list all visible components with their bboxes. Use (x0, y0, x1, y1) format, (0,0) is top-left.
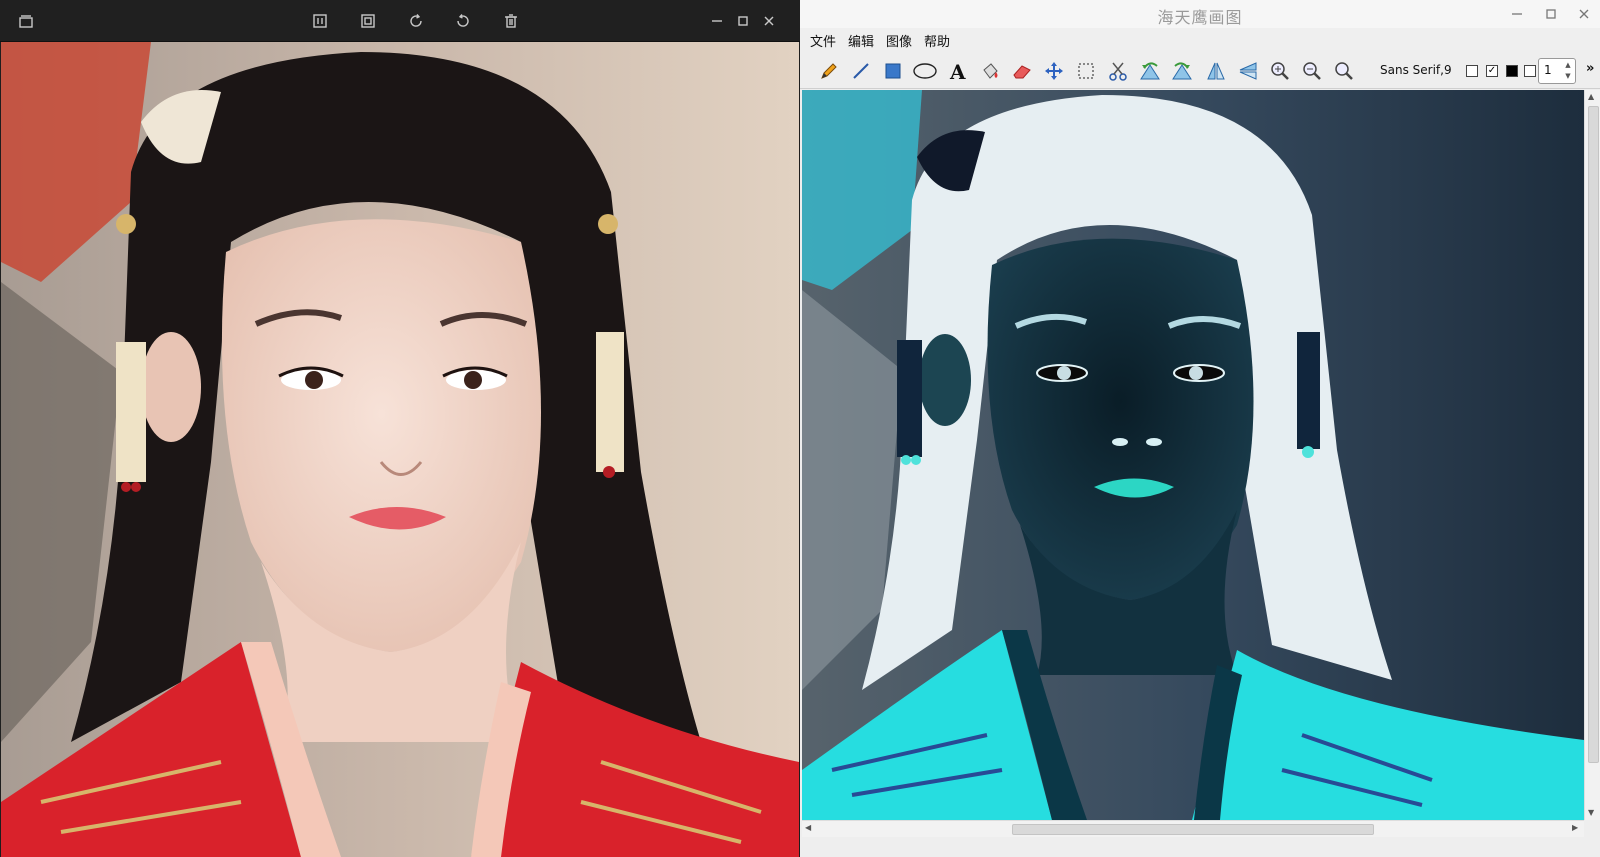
rotate-right-icon[interactable] (403, 8, 429, 34)
scroll-right-icon[interactable]: ▶ (1572, 823, 1578, 832)
spin-up-icon[interactable]: ▲ (1563, 60, 1573, 70)
viewer-titlebar (0, 0, 800, 42)
viewer-close-icon[interactable] (756, 8, 782, 34)
paint-minimize-icon[interactable] (1506, 3, 1528, 25)
zoom-reset-icon[interactable] (1331, 58, 1357, 84)
menu-help[interactable]: 帮助 (924, 31, 950, 50)
menu-image[interactable]: 图像 (886, 31, 912, 50)
scroll-down-icon[interactable]: ▼ (1588, 808, 1594, 817)
scroll-left-icon[interactable]: ◀ (805, 823, 811, 832)
rotate-left-icon[interactable] (450, 8, 476, 34)
paint-canvas[interactable] (802, 90, 1584, 820)
stroke-width-value[interactable]: 1 (1544, 63, 1552, 77)
zoom-in-icon[interactable] (1267, 58, 1293, 84)
zoom-out-icon[interactable] (1299, 58, 1325, 84)
rotate-left-icon[interactable] (1137, 58, 1163, 84)
eraser-icon[interactable] (1009, 58, 1035, 84)
horizontal-scrollbar[interactable]: ◀ ▶ (802, 820, 1584, 837)
delete-icon[interactable] (498, 8, 524, 34)
vertical-scrollbar[interactable]: ▲ ▼ (1584, 90, 1600, 820)
toolbar: A Sans Serif,9 ✓ 1 ▲ ▼ » (800, 52, 1600, 89)
statusbar (800, 837, 1600, 857)
background-color-swatch[interactable] (1524, 65, 1536, 77)
paint-maximize-icon[interactable] (1540, 3, 1562, 25)
cut-icon[interactable] (1105, 58, 1131, 84)
fit-window-icon[interactable] (307, 8, 333, 34)
flip-horizontal-icon[interactable] (1203, 58, 1229, 84)
rectangle-icon[interactable] (880, 58, 906, 84)
text-icon[interactable]: A (945, 58, 971, 84)
move-icon[interactable] (1041, 58, 1067, 84)
line-icon[interactable] (848, 58, 874, 84)
viewer-maximize-icon[interactable] (730, 8, 756, 34)
menubar: 文件 编辑 图像 帮助 (800, 28, 1600, 50)
viewer-minimize-icon[interactable] (704, 8, 730, 34)
pencil-icon[interactable] (816, 58, 842, 84)
viewer-image (1, 42, 799, 857)
menu-edit[interactable]: 编辑 (848, 31, 874, 50)
window-title: 海天鹰画图 (1157, 8, 1243, 27)
font-selector[interactable]: Sans Serif,9 (1380, 63, 1452, 77)
toolbar-overflow-icon[interactable]: » (1586, 61, 1594, 76)
vertical-scroll-thumb[interactable] (1588, 106, 1599, 763)
spin-down-icon[interactable]: ▼ (1563, 71, 1573, 81)
paint-app-window: 海天鹰画图 文件 编辑 图像 帮助 A Sans Serif,9 ✓ 1 ▲ ▼… (800, 0, 1600, 857)
menu-file[interactable]: 文件 (810, 31, 836, 50)
paint-titlebar: 海天鹰画图 (800, 0, 1600, 28)
select-icon[interactable] (1073, 58, 1099, 84)
stroke-width-spinbox[interactable]: 1 ▲ ▼ (1538, 58, 1576, 84)
image-viewer-window (0, 0, 800, 857)
ellipse-icon[interactable] (912, 58, 938, 84)
rotate-right-icon[interactable] (1169, 58, 1195, 84)
outline-checkbox[interactable]: ✓ (1486, 65, 1498, 77)
collection-icon[interactable] (13, 8, 39, 34)
scroll-up-icon[interactable]: ▲ (1588, 92, 1594, 101)
fullscreen-icon[interactable] (355, 8, 381, 34)
paint-close-icon[interactable] (1573, 3, 1595, 25)
svg-text:A: A (949, 60, 966, 82)
horizontal-scroll-thumb[interactable] (1012, 824, 1374, 835)
fill-checkbox[interactable] (1466, 65, 1478, 77)
foreground-color-swatch[interactable] (1506, 65, 1518, 77)
fill-icon[interactable] (977, 58, 1003, 84)
flip-vertical-icon[interactable] (1235, 58, 1261, 84)
